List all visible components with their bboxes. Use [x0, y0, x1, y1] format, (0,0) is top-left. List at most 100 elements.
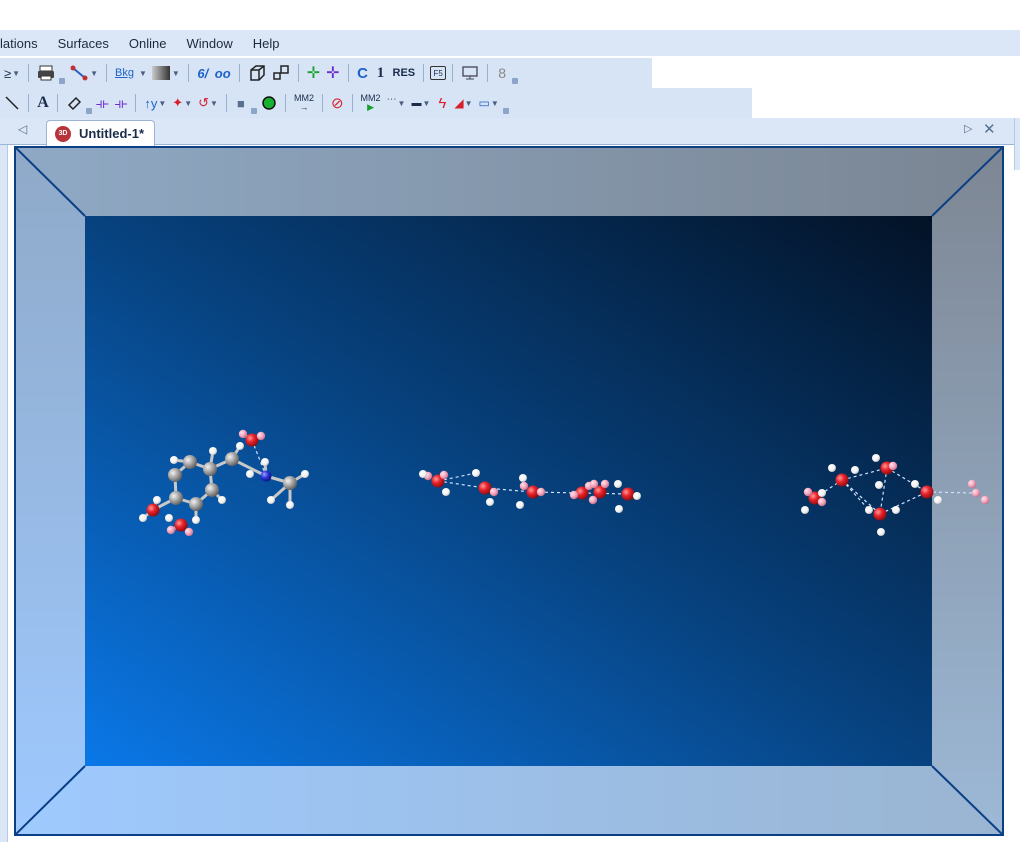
text-tool-button[interactable]: A — [35, 92, 51, 114]
hydrogen-atom[interactable] — [911, 480, 919, 488]
hydrogen-atom[interactable] — [246, 470, 254, 478]
oxygen-atom[interactable] — [873, 507, 887, 521]
tab-untitled-1[interactable]: 3D Untitled-1* — [46, 120, 155, 146]
hydrogen-atom[interactable] — [828, 464, 836, 472]
carbon-atom[interactable] — [205, 483, 219, 497]
hydrogen-atom[interactable] — [516, 501, 524, 509]
hydrogen-atom[interactable] — [192, 516, 200, 524]
background-gradient-icon[interactable]: ▼ — [149, 62, 182, 84]
mm2-minimize-button[interactable]: MM2 → — [292, 92, 316, 114]
hydrogen-atom[interactable] — [971, 488, 981, 498]
hydrogen-atom[interactable] — [569, 490, 579, 500]
hydrogen-atom[interactable] — [615, 505, 623, 513]
menu-window[interactable]: Window — [176, 36, 242, 51]
carbon-label-button[interactable]: C — [355, 62, 371, 84]
stop-icon[interactable]: ■ — [233, 92, 249, 114]
close-icon[interactable]: ✕ — [983, 120, 996, 138]
hydrogen-atom[interactable] — [209, 447, 217, 455]
translate-z-icon[interactable]: ↑y ▼ — [142, 92, 168, 114]
hydrogen-atom[interactable] — [892, 506, 900, 514]
hydrogen-atom[interactable] — [153, 496, 161, 504]
carbon-atom[interactable] — [203, 462, 217, 476]
oxygen-atom[interactable] — [174, 518, 188, 532]
hydrogen-atom[interactable] — [519, 481, 529, 491]
hydrogen-atom[interactable] — [236, 442, 244, 450]
hydrogen-atom[interactable] — [614, 480, 622, 488]
rotate-bond-icon[interactable]: ↺ ▼ — [196, 92, 220, 114]
hydrogen-atom[interactable] — [877, 528, 885, 536]
carbon-atom[interactable] — [183, 455, 197, 469]
menu-online[interactable]: Online — [119, 36, 177, 51]
hydrogen-atom[interactable] — [256, 431, 266, 441]
eraser-icon[interactable] — [64, 92, 84, 114]
stereo-view-icon[interactable]: 6/ — [195, 62, 211, 84]
line-tool-icon[interactable] — [2, 92, 22, 114]
oxygen-atom[interactable] — [245, 433, 259, 447]
carbon-atom[interactable] — [283, 476, 297, 490]
molecule-scene[interactable] — [14, 146, 1004, 836]
hydrogen-atom[interactable] — [301, 470, 309, 478]
carbon-atom[interactable] — [189, 497, 203, 511]
hydrogen-atom[interactable] — [872, 454, 880, 462]
hydrogen-atom[interactable] — [851, 466, 859, 474]
hydrogen-atom[interactable] — [865, 506, 873, 514]
hydrogen-atom[interactable] — [261, 458, 269, 466]
mm2-dynamics-button[interactable]: MM2 ▶ — [359, 92, 383, 114]
hydrogen-atom[interactable] — [165, 514, 173, 522]
hydrogen-atom[interactable] — [442, 488, 450, 496]
carbon-atom[interactable] — [225, 452, 239, 466]
hydrogen-atom[interactable] — [439, 470, 449, 480]
rotate-x-icon[interactable]: ⟛ — [94, 92, 111, 114]
serial-number-button[interactable]: 1 — [373, 62, 389, 84]
chevron-down-icon[interactable]: ▼ — [139, 69, 147, 78]
box-scale-icon[interactable] — [270, 62, 292, 84]
hydrogen-atom[interactable] — [238, 429, 248, 439]
toolbar-grip[interactable] — [251, 92, 257, 114]
hydrogen-atom[interactable] — [875, 481, 883, 489]
hydrogen-atom[interactable] — [980, 495, 990, 505]
rotate-y-icon[interactable]: ⟛ — [113, 92, 130, 114]
tab-scroll-right-icon[interactable]: ▷ — [964, 122, 972, 135]
hydrogen-atom[interactable] — [818, 489, 826, 497]
oxygen-atom[interactable] — [835, 473, 849, 487]
hydrogen-atom[interactable] — [218, 496, 226, 504]
energy-icon[interactable]: ϟ — [434, 92, 450, 114]
move-view-icon[interactable]: ✛ — [324, 62, 341, 84]
chain-icon[interactable]: 8 — [494, 62, 510, 84]
residue-label-button[interactable]: RES — [391, 62, 418, 84]
toolbar-grip[interactable] — [86, 92, 92, 114]
hydrogen-atom[interactable] — [486, 498, 494, 506]
nitrogen-atom[interactable] — [260, 470, 272, 482]
toolbar-grip[interactable] — [503, 92, 509, 114]
carbon-atom[interactable] — [168, 468, 182, 482]
molecule-viewport[interactable] — [14, 146, 1004, 836]
stereo-pair-icon[interactable]: oo — [213, 62, 233, 84]
background-color-button[interactable]: Bkg — [113, 62, 136, 84]
hydrogen-atom[interactable] — [184, 527, 194, 537]
menu-calculations[interactable]: lations — [0, 36, 48, 51]
carbon-atom[interactable] — [169, 491, 183, 505]
oxygen-atom[interactable] — [621, 487, 635, 501]
hydrogen-atom[interactable] — [519, 474, 527, 482]
toolbar-grip[interactable] — [512, 62, 518, 84]
hydrogen-atom[interactable] — [536, 487, 546, 497]
hydrogen-atom[interactable] — [489, 487, 499, 497]
hydrogen-atom[interactable] — [139, 514, 147, 522]
hydrogen-atom[interactable] — [801, 506, 809, 514]
ruler-icon[interactable]: ▬ ▼ — [409, 92, 432, 114]
slope-icon[interactable]: ◢ ▼ — [452, 92, 474, 114]
print-icon[interactable] — [35, 62, 57, 84]
atom-color-icon[interactable]: ✦ ▼ — [170, 92, 194, 114]
hydrogen-atom[interactable] — [588, 495, 598, 505]
hydrogen-atom[interactable] — [600, 479, 610, 489]
box-icon[interactable] — [246, 62, 268, 84]
hydrogen-atom[interactable] — [817, 497, 827, 507]
oxygen-atom[interactable] — [146, 503, 160, 517]
move-molecule-icon[interactable]: ✛ — [305, 62, 322, 84]
oxygen-atom[interactable] — [478, 481, 492, 495]
hydrogen-atom[interactable] — [934, 496, 942, 504]
hydrogen-atom[interactable] — [166, 525, 176, 535]
hydrogen-atom[interactable] — [589, 479, 599, 489]
hydrogen-atom[interactable] — [286, 501, 294, 509]
oxygen-atom[interactable] — [920, 485, 934, 499]
